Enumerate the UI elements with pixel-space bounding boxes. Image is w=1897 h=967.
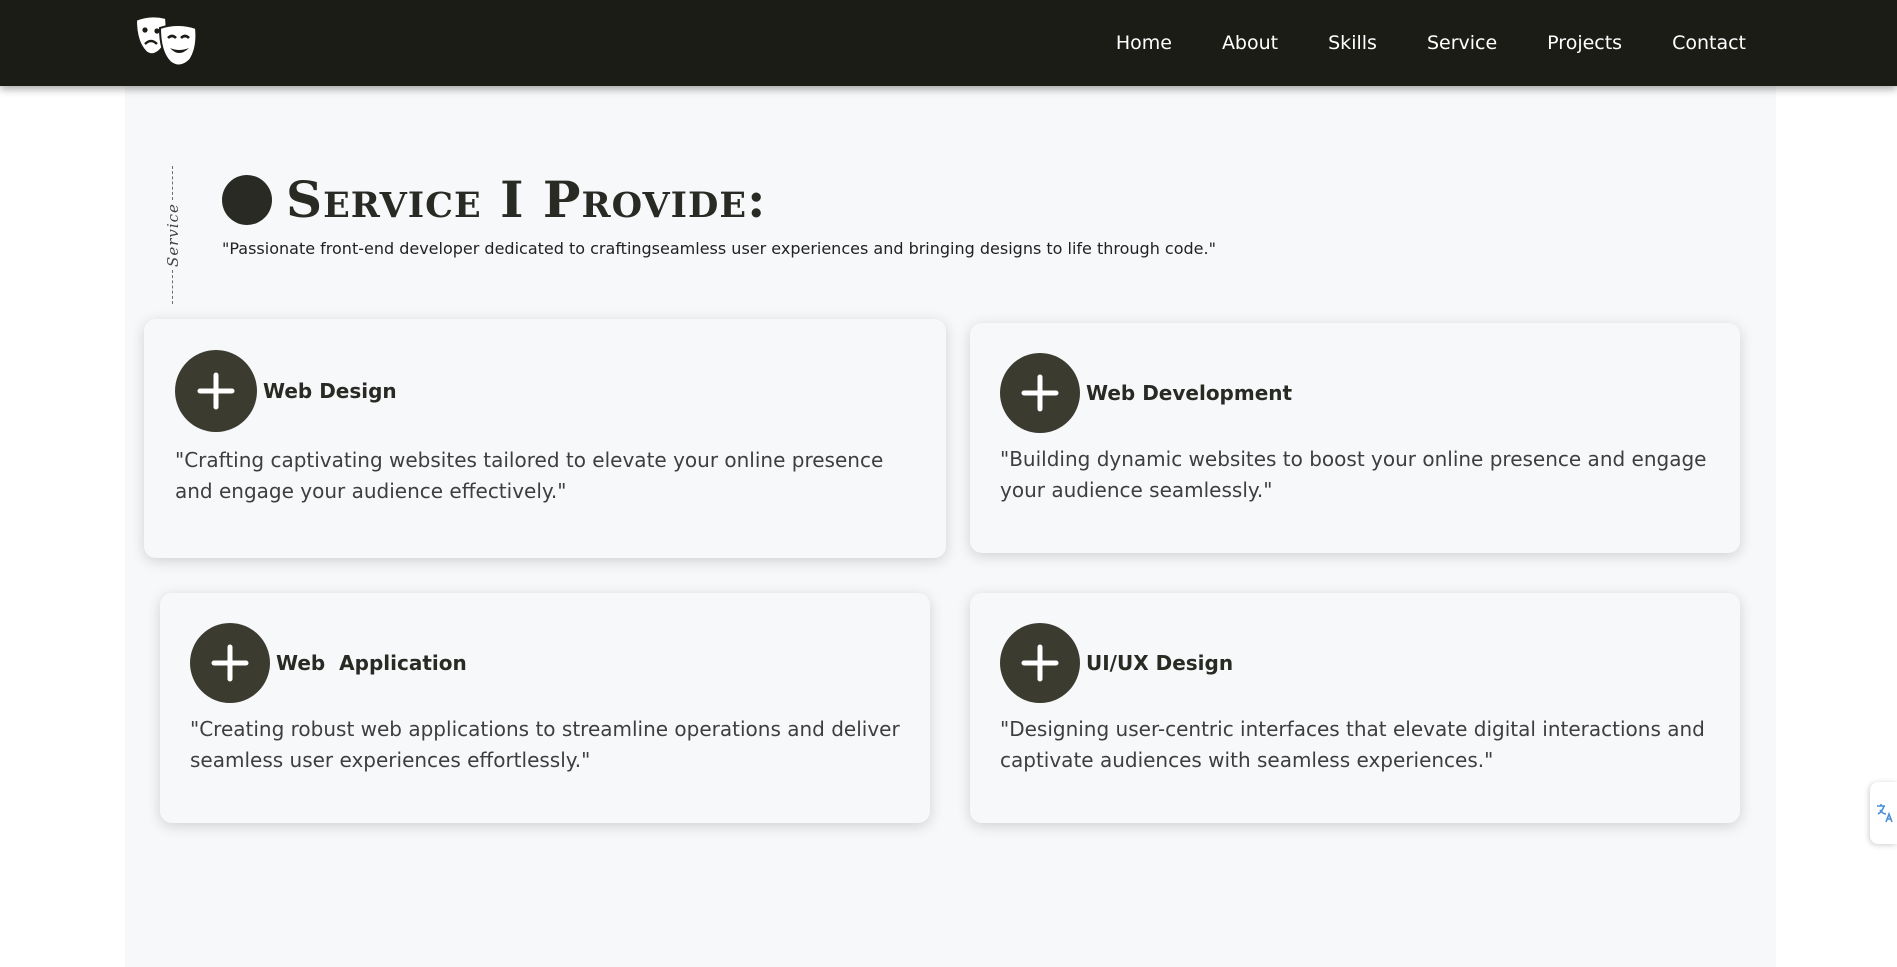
card-description: "Creating robust web applications to str… <box>190 717 900 772</box>
service-card-web-design[interactable]: Web Design "Crafting captivating website… <box>144 319 946 558</box>
card-title: Web Design <box>263 379 397 403</box>
side-label-bottom-dash <box>172 270 173 304</box>
card-title: Web Application <box>276 651 467 675</box>
nav-link-skills[interactable]: Skills <box>1328 32 1377 54</box>
navbar: Home About Skills Service Projects Conta… <box>0 0 1897 86</box>
side-label-text: Service <box>164 203 182 267</box>
service-card-web-application[interactable]: Web Application "Creating robust web app… <box>160 593 930 823</box>
section-subtitle: "Passionate front-end developer dedicate… <box>222 239 1216 258</box>
nav-link-projects[interactable]: Projects <box>1547 32 1622 54</box>
theater-masks-icon[interactable] <box>132 14 200 70</box>
floating-widget-tab[interactable] <box>1870 782 1897 844</box>
plus-icon[interactable] <box>175 350 257 432</box>
side-label-top-dash <box>172 166 173 200</box>
nav-links: Home About Skills Service Projects Conta… <box>1066 0 1746 86</box>
heading-dot-icon <box>222 174 272 225</box>
card-description: "Building dynamic websites to boost your… <box>1000 447 1707 502</box>
page-title: Service I Provide: <box>286 170 767 229</box>
service-card-ui-ux-design[interactable]: UI/UX Design "Designing user-centric int… <box>970 593 1740 823</box>
plus-icon[interactable] <box>1000 623 1080 703</box>
translate-icon <box>1876 804 1893 823</box>
service-card-web-development[interactable]: Web Development "Building dynamic websit… <box>970 323 1740 553</box>
plus-icon[interactable] <box>1000 353 1080 433</box>
card-title: Web Development <box>1086 381 1293 405</box>
nav-link-contact[interactable]: Contact <box>1672 32 1746 54</box>
nav-link-home[interactable]: Home <box>1116 32 1172 54</box>
plus-icon[interactable] <box>190 623 270 703</box>
card-description: "Designing user-centric interfaces that … <box>1000 717 1705 772</box>
card-title: UI/UX Design <box>1086 651 1234 675</box>
section-heading: Service I Provide: <box>222 170 766 229</box>
card-description: "Crafting captivating websites tailored … <box>175 448 884 503</box>
nav-link-service[interactable]: Service <box>1427 32 1497 54</box>
nav-link-about[interactable]: About <box>1222 32 1278 54</box>
section-side-label: Service <box>155 166 191 304</box>
